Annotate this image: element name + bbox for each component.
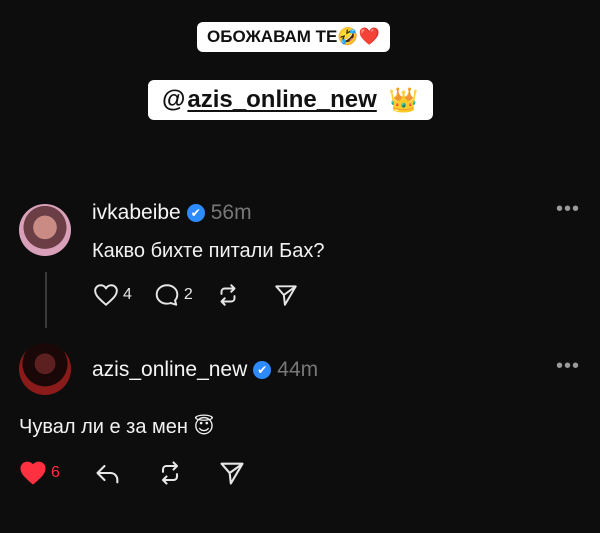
post-time: 44m [277, 358, 319, 381]
sticker-emojis: 🤣❤️ [337, 27, 380, 46]
post-text: Какво бихте питали Бах? [92, 240, 325, 262]
mention-sticker[interactable]: @ azis_online_new 👑 [148, 80, 433, 120]
reply-count: 2 [183, 286, 193, 303]
repost-icon [156, 460, 184, 486]
heart-icon [93, 283, 119, 307]
post-text: Чувал ли е за мен 😇 [19, 414, 214, 439]
heart-filled-icon [19, 460, 47, 486]
post-header: azis_online_new ✔ 44m [92, 358, 318, 382]
send-icon [273, 283, 299, 307]
send-icon [218, 460, 246, 486]
story-sticker-text: ОБОЖАВАМ ТЕ 🤣❤️ [197, 22, 390, 52]
verified-badge-icon: ✔ [253, 361, 272, 379]
avatar[interactable] [19, 343, 71, 395]
avatar[interactable] [19, 204, 71, 256]
like-button[interactable]: 4 [93, 283, 132, 307]
comment-icon [154, 283, 180, 307]
post-text-body: Чувал ли е за мен [19, 416, 188, 438]
more-options-icon[interactable]: ••• [556, 198, 580, 221]
threads-logo-icon: @ [162, 86, 186, 113]
username[interactable]: ivkabeibe [92, 201, 181, 225]
post-actions: 4 2 [93, 283, 299, 307]
crown-emoji: 👑 [388, 86, 419, 114]
mention-handle: azis_online_new [187, 86, 377, 113]
sticker-text: ОБОЖАВАМ ТЕ [207, 27, 338, 46]
post-header: ivkabeibe ✔ 56m [92, 201, 252, 225]
reply-button[interactable]: 2 [154, 283, 193, 307]
repost-button[interactable] [215, 283, 241, 307]
like-count: 4 [123, 286, 132, 303]
like-button[interactable]: 6 [19, 460, 60, 486]
share-button[interactable] [218, 460, 246, 486]
like-count: 6 [51, 464, 60, 481]
reply-arrow-icon [94, 460, 122, 486]
post-time: 56m [210, 201, 252, 224]
repost-button[interactable] [156, 460, 184, 486]
more-options-icon[interactable]: ••• [556, 355, 580, 378]
username[interactable]: azis_online_new [92, 358, 247, 382]
verified-badge-icon: ✔ [186, 204, 205, 222]
reply-button[interactable] [94, 460, 122, 486]
share-button[interactable] [273, 283, 299, 307]
post-actions: 6 [19, 460, 246, 486]
repost-icon [215, 283, 241, 307]
thread-connector-line [45, 272, 47, 328]
smiling-halo-emoji: 😇 [193, 416, 215, 438]
